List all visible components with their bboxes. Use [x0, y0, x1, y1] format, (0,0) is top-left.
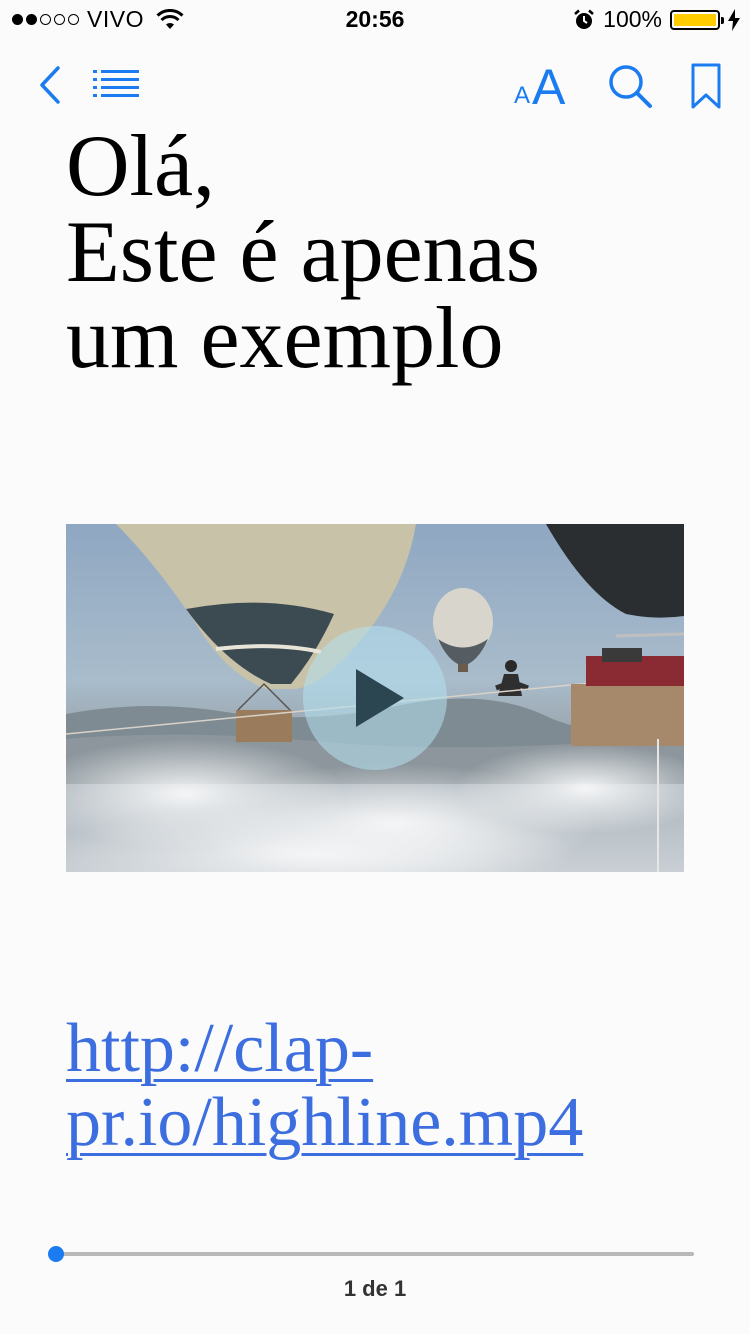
play-icon: [356, 669, 404, 727]
search-icon: [609, 65, 652, 108]
back-button[interactable]: [30, 62, 70, 108]
progress-thumb[interactable]: [48, 1246, 64, 1262]
play-button[interactable]: [303, 626, 447, 770]
title-line: Este é apenas: [66, 204, 540, 301]
page-indicator: 1 de 1: [343, 1276, 407, 1301]
list-icon: [93, 70, 139, 97]
font-small-glyph: A: [514, 82, 531, 109]
battery-icon: [670, 9, 724, 30]
alarm-icon: [574, 9, 594, 29]
status-right: 100%: [573, 6, 740, 33]
title-line: um exemplo: [66, 290, 504, 387]
page-progress-slider[interactable]: [48, 1244, 698, 1264]
font-large-glyph: A: [532, 59, 566, 115]
table-of-contents-button[interactable]: [90, 64, 142, 104]
page-title: Olá, Este é apenas um exemplo: [66, 118, 706, 387]
status-bar: VIVO 20:56 100%: [0, 0, 750, 40]
video-link[interactable]: http://clap- pr.io/highline.mp4: [66, 1012, 706, 1160]
battery-level: [674, 13, 716, 26]
search-button[interactable]: [604, 60, 656, 112]
bookmark-button[interactable]: [686, 60, 726, 112]
video-player[interactable]: [66, 524, 684, 872]
link-line: pr.io/highline.mp4: [66, 1084, 584, 1161]
reader-toolbar: A A: [0, 50, 750, 120]
chevron-left-icon: [40, 66, 60, 104]
battery-percent: 100%: [603, 6, 662, 32]
title-line: Olá,: [66, 118, 216, 215]
progress-track: [56, 1252, 694, 1256]
bookmark-icon: [691, 63, 721, 109]
charging-bolt-icon: [728, 8, 740, 31]
font-size-button[interactable]: A A: [510, 56, 572, 115]
link-line: http://clap-: [66, 1010, 374, 1087]
